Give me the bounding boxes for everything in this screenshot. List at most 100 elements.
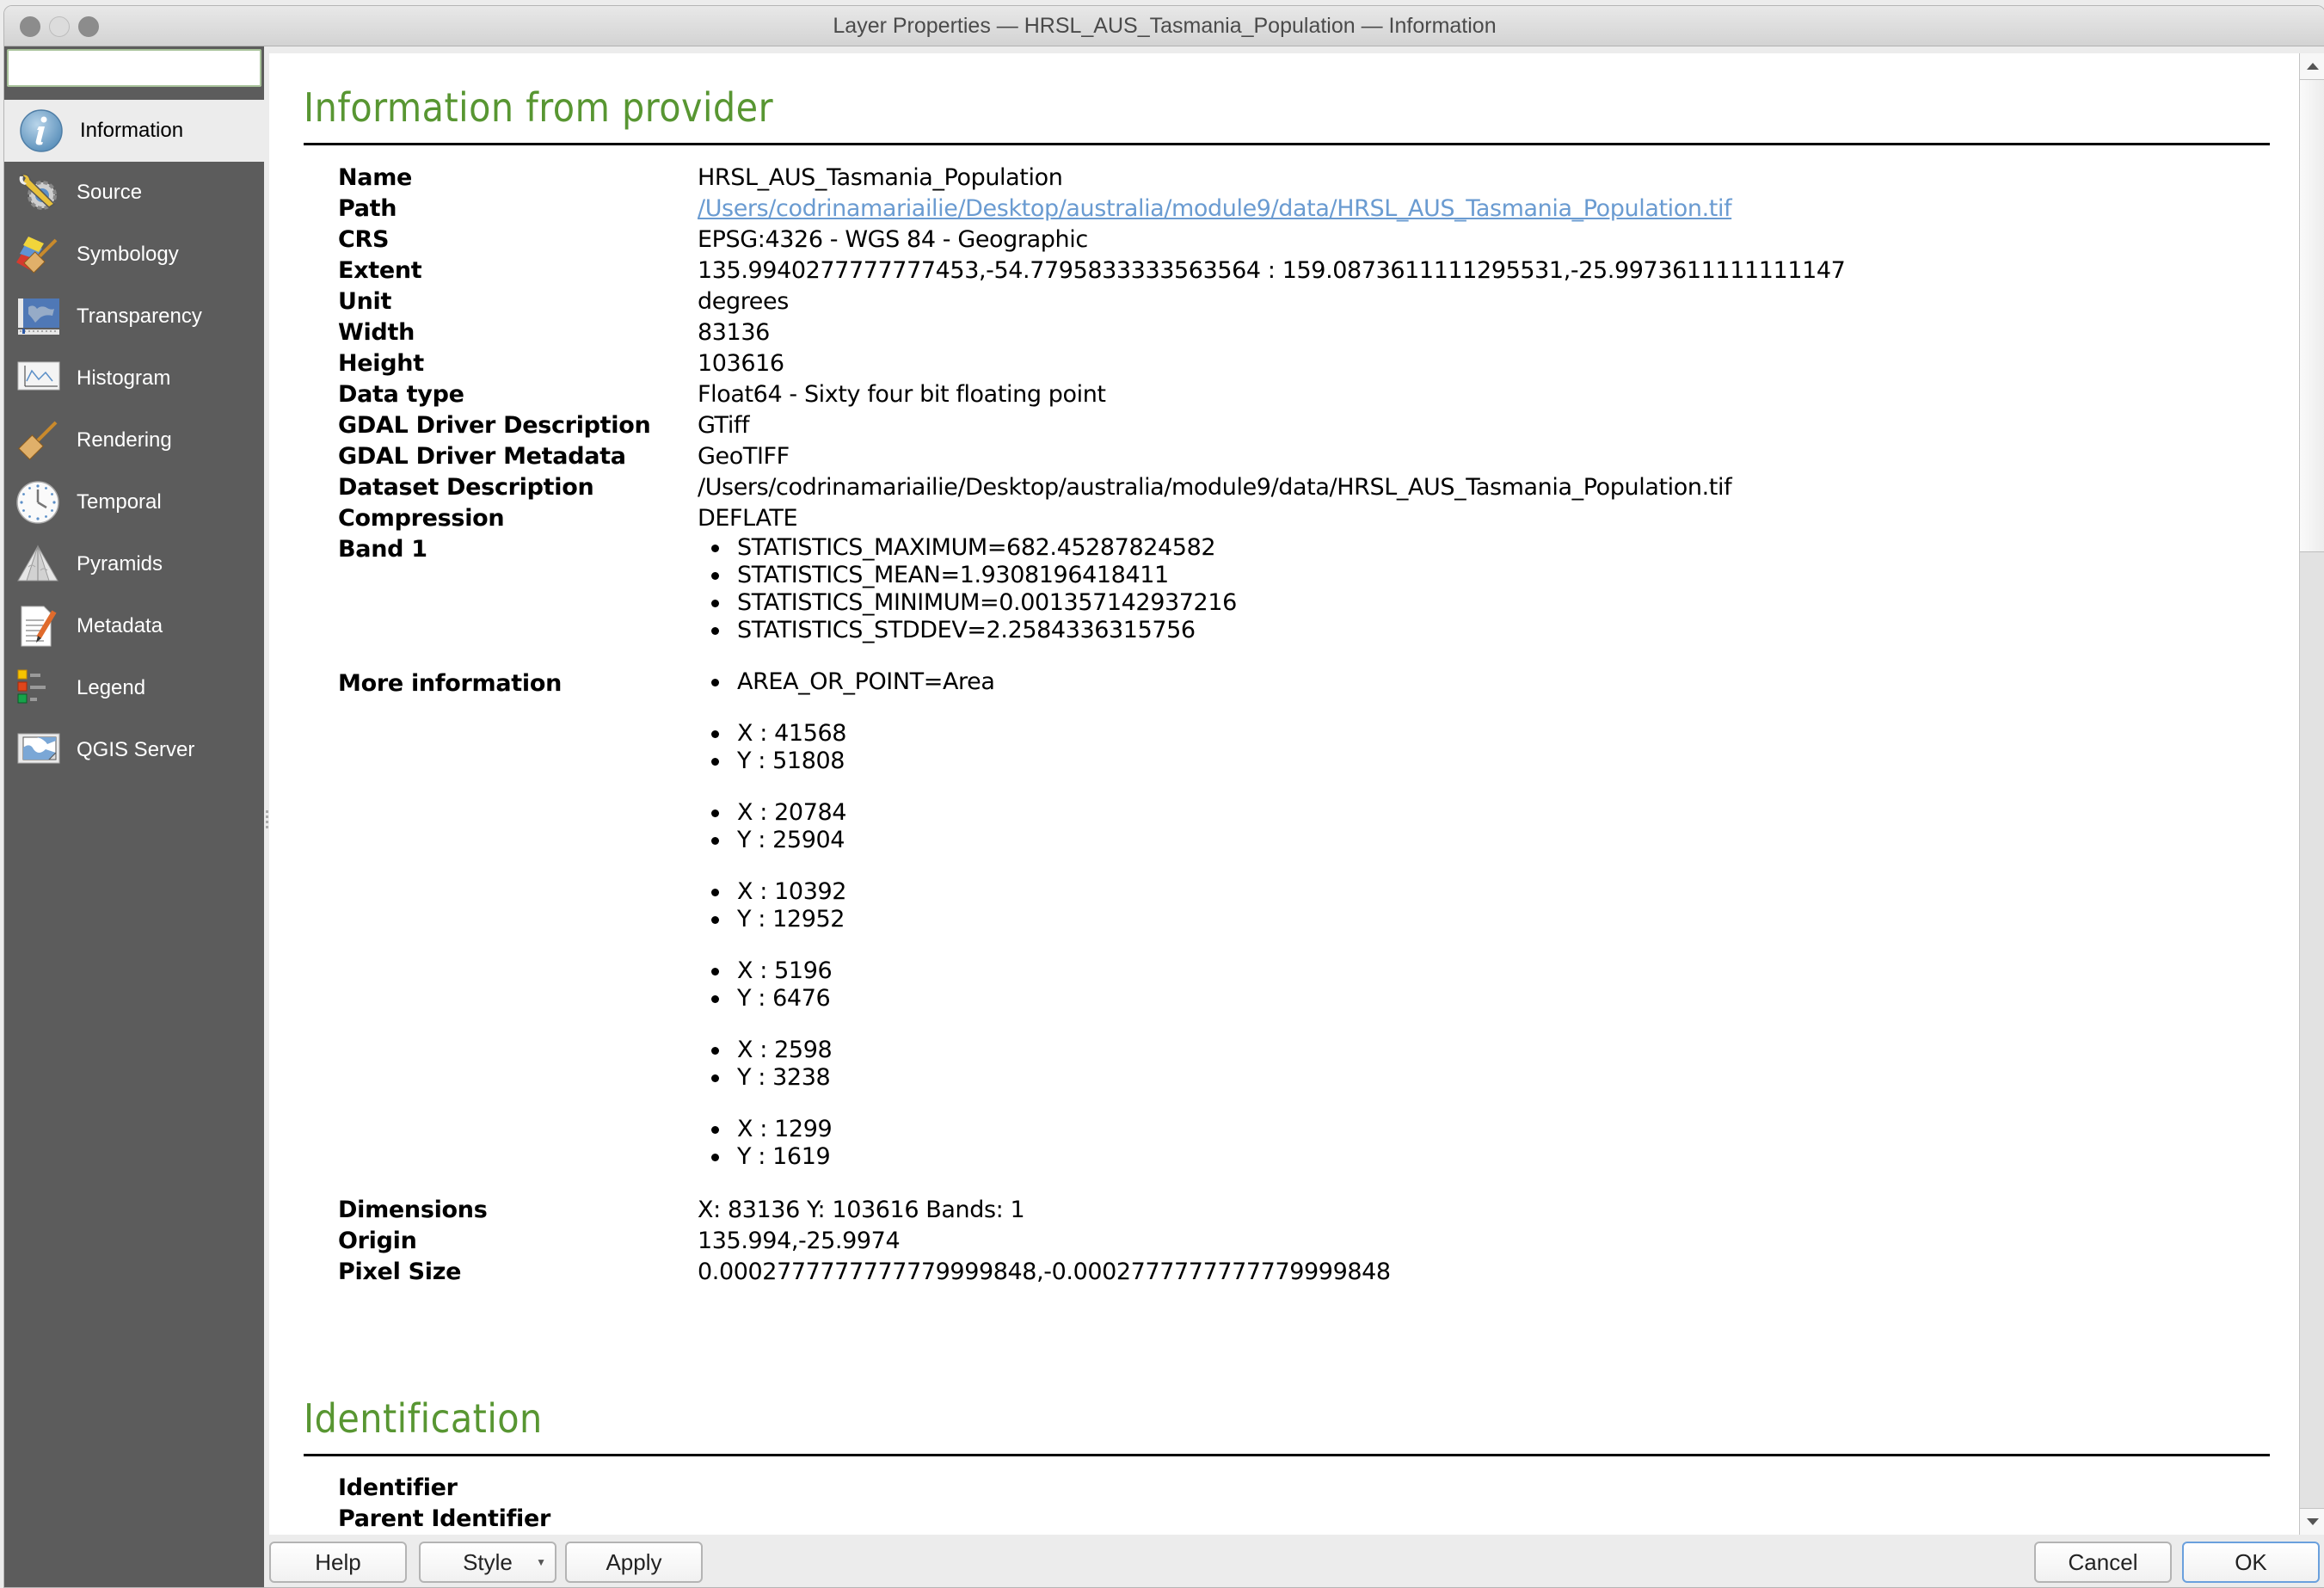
- wrench-gear-icon: [18, 173, 57, 210]
- row-label: Data type: [338, 381, 464, 408]
- sidebar-search-input[interactable]: [15, 50, 286, 86]
- row-value: EPSG:4326 - WGS 84 - Geographic: [698, 226, 1088, 253]
- row-label: Height: [338, 350, 424, 377]
- info-row-band-1: Band 1 STATISTICS_MAXIMUM=682.4528782458…: [338, 534, 1845, 644]
- minimize-window-button[interactable]: [49, 16, 70, 37]
- sidebar-search[interactable]: [7, 49, 286, 87]
- sidebar-item-pyramids[interactable]: Pyramids: [4, 533, 264, 595]
- row-value: GeoTIFF: [698, 443, 790, 470]
- row-label: Origin: [338, 1228, 417, 1254]
- histogram-icon: [17, 361, 60, 391]
- row-label: Parent Identifier: [338, 1505, 551, 1532]
- section-divider: [304, 143, 2270, 145]
- row-label: More information: [338, 670, 563, 697]
- map-transparency-icon: [18, 299, 59, 335]
- info-row-gdal-driver-description: GDAL Driver Description GTiff: [338, 410, 1845, 441]
- list-item: Y : 51808: [711, 748, 995, 775]
- info-row-compression: Compression DEFLATE: [338, 503, 1845, 534]
- splitter-handle[interactable]: [266, 810, 268, 829]
- identification-table: Identifier Parent Identifier: [338, 1473, 698, 1535]
- list-item: STATISTICS_STDDEV=2.2584336315756: [711, 617, 1237, 644]
- triangle-up-icon: [2306, 63, 2319, 70]
- band-statistics-list: STATISTICS_MAXIMUM=682.45287824582 STATI…: [698, 534, 1237, 644]
- more-info-group: AREA_OR_POINT=Area: [698, 668, 995, 696]
- section-divider: [304, 1454, 2270, 1456]
- row-value: degrees: [698, 288, 789, 315]
- row-value: 135.994,-25.9974: [698, 1228, 901, 1254]
- sidebar-item-histogram[interactable]: Histogram: [4, 348, 264, 409]
- scrollbar-thumb[interactable]: [2300, 80, 2324, 552]
- sidebar-item-transparency[interactable]: Transparency: [4, 286, 264, 348]
- row-label: Extent: [338, 257, 422, 284]
- sidebar-item-label: Pyramids: [77, 552, 163, 575]
- dropdown-caret-icon: ▼: [536, 1556, 546, 1568]
- ok-button[interactable]: OK: [2182, 1542, 2320, 1583]
- triangle-down-icon: [2306, 1518, 2319, 1525]
- zoom-window-button[interactable]: [78, 16, 99, 37]
- more-info-group: X : 5196 Y : 6476: [698, 957, 995, 1013]
- pyramid-icon: [17, 545, 58, 582]
- sidebar-item-label: Symbology: [77, 243, 179, 266]
- more-info-group: X : 2598 Y : 3238: [698, 1037, 995, 1092]
- sidebar-item-symbology[interactable]: Symbology: [4, 224, 264, 286]
- path-link[interactable]: /Users/codrinamariailie/Desktop/australi…: [698, 195, 1732, 222]
- row-value: 103616: [698, 350, 784, 377]
- row-label: Band 1: [338, 536, 427, 563]
- apply-button[interactable]: Apply: [565, 1542, 703, 1583]
- sidebar-item-label: Histogram: [77, 366, 171, 390]
- info-row-path: Path /Users/codrinamariailie/Desktop/aus…: [338, 194, 1845, 225]
- paintbrush-icon: [16, 237, 58, 274]
- sidebar-item-label: Transparency: [77, 305, 202, 328]
- info-icon: [20, 109, 63, 152]
- identification-row-identifier: Identifier: [338, 1473, 698, 1504]
- legend-icon: [17, 669, 46, 704]
- sidebar-item-label: Information: [80, 119, 184, 142]
- info-row-unit: Unit degrees: [338, 286, 1845, 317]
- sidebar-item-information[interactable]: Information: [4, 100, 264, 162]
- info-row-gdal-driver-metadata: GDAL Driver Metadata GeoTIFF: [338, 441, 1845, 472]
- identification-section: Identification: [304, 1395, 2270, 1456]
- cancel-button[interactable]: Cancel: [2034, 1542, 2172, 1583]
- list-item: Y : 1619: [711, 1143, 995, 1171]
- section-title-identification: Identification: [304, 1395, 543, 1442]
- sidebar-item-metadata[interactable]: Metadata: [4, 595, 264, 657]
- info-row-height: Height 103616: [338, 348, 1845, 379]
- sidebar-nav: Information Source Symbology Transparenc…: [4, 100, 264, 781]
- row-label: Unit: [338, 288, 392, 315]
- server-map-icon: [17, 733, 60, 764]
- list-item: X : 20784: [711, 799, 995, 827]
- list-item: X : 2598: [711, 1037, 995, 1064]
- row-label: Name: [338, 164, 413, 191]
- document-pencil-icon: [21, 606, 57, 647]
- sidebar-item-label: QGIS Server: [77, 738, 195, 761]
- list-item: X : 41568: [711, 720, 995, 748]
- sidebar: Information Source Symbology Transparenc…: [4, 46, 286, 1587]
- help-button[interactable]: Help: [269, 1542, 407, 1583]
- row-value: Float64 - Sixty four bit floating point: [698, 381, 1106, 408]
- broom-brush-icon: [18, 421, 58, 460]
- more-info-group: X : 1299 Y : 1619: [698, 1116, 995, 1171]
- list-item: Y : 25904: [711, 827, 995, 854]
- close-window-button[interactable]: [20, 16, 40, 37]
- row-value: 135.9940277777777453,-54.779583333356356…: [698, 257, 1846, 284]
- information-panel: Information from provider Name HRSL_AUS_…: [269, 53, 2299, 1535]
- row-label: CRS: [338, 226, 390, 253]
- vertical-scrollbar[interactable]: [2299, 53, 2324, 1535]
- row-label: Path: [338, 195, 397, 222]
- list-item: STATISTICS_MINIMUM=0.001357142937216: [711, 589, 1237, 616]
- list-item: AREA_OR_POINT=Area: [711, 668, 995, 695]
- more-info-group: X : 20784 Y : 25904: [698, 799, 995, 854]
- style-dropdown-button[interactable]: Style ▼: [419, 1542, 556, 1583]
- sidebar-item-qgis-server[interactable]: QGIS Server: [4, 719, 264, 781]
- scroll-up-button[interactable]: [2300, 53, 2324, 80]
- sidebar-item-source[interactable]: Source: [4, 162, 264, 224]
- list-item: STATISTICS_MAXIMUM=682.45287824582: [711, 534, 1237, 562]
- provider-info-section: Information from provider: [304, 84, 2270, 145]
- list-item: Y : 12952: [711, 906, 995, 933]
- sidebar-item-legend[interactable]: Legend: [4, 657, 264, 719]
- sidebar-item-rendering[interactable]: Rendering: [4, 409, 264, 471]
- scroll-down-button[interactable]: [2300, 1508, 2324, 1535]
- more-info-group: X : 10392 Y : 12952: [698, 878, 995, 933]
- sidebar-item-label: Metadata: [77, 614, 163, 637]
- sidebar-item-temporal[interactable]: Temporal: [4, 471, 264, 533]
